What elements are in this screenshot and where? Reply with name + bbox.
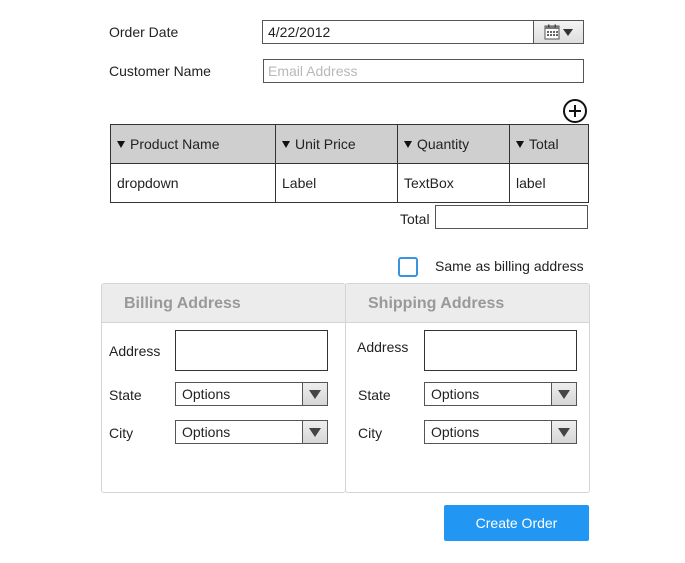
chevron-down-icon [309, 389, 321, 399]
sort-arrow-icon [282, 140, 290, 148]
dropdown-arrow-button[interactable] [302, 421, 327, 443]
billing-city-label: City [109, 425, 134, 441]
table-header-row: Product Name Unit Price Quantity Total [110, 124, 589, 164]
order-items-table: Product Name Unit Price Quantity Total d… [110, 124, 589, 203]
column-header-label: Unit Price [295, 136, 356, 152]
column-header-total[interactable]: Total [509, 124, 589, 164]
chevron-down-icon [558, 389, 570, 399]
shipping-city-value: Options [431, 424, 480, 440]
column-header-label: Total [529, 136, 559, 152]
total-label: Total [400, 211, 430, 227]
customer-email-input[interactable] [263, 59, 584, 83]
billing-panel-title: Billing Address [102, 284, 345, 323]
order-date-picker[interactable]: 4/22/2012 [262, 20, 584, 44]
unit-price-cell: Label [275, 163, 398, 203]
create-order-button[interactable]: Create Order [444, 505, 589, 541]
sort-arrow-icon [404, 140, 412, 148]
billing-address-panel: Billing Address Address State Options Ci… [101, 283, 346, 493]
column-header-label: Quantity [417, 136, 470, 152]
billing-address-label: Address [109, 343, 161, 359]
calendar-dropdown-button[interactable] [533, 21, 583, 43]
billing-city-value: Options [182, 424, 231, 440]
column-header-product-name[interactable]: Product Name [110, 124, 276, 164]
shipping-state-label: State [358, 387, 391, 403]
sort-arrow-icon [516, 140, 524, 148]
shipping-state-value: Options [431, 386, 480, 402]
billing-city-select[interactable]: Options [175, 420, 328, 444]
billing-state-label: State [109, 387, 142, 403]
column-header-label: Product Name [130, 136, 220, 152]
order-date-value[interactable]: 4/22/2012 [263, 24, 533, 40]
sort-arrow-icon [117, 140, 125, 148]
shipping-address-label: Address [357, 339, 409, 355]
dropdown-arrow-button[interactable] [302, 383, 327, 405]
shipping-address-textarea[interactable] [424, 330, 577, 371]
calendar-icon [544, 24, 560, 40]
same-as-billing-checkbox[interactable] [398, 257, 418, 277]
chevron-down-icon [309, 427, 321, 437]
same-as-billing-label[interactable]: Same as billing address [435, 258, 584, 274]
table-row: dropdown Label TextBox label [110, 163, 589, 203]
product-dropdown-cell[interactable]: dropdown [110, 163, 276, 203]
quantity-textbox-cell[interactable]: TextBox [397, 163, 510, 203]
column-header-quantity[interactable]: Quantity [397, 124, 510, 164]
billing-address-textarea[interactable] [175, 330, 328, 371]
shipping-state-select[interactable]: Options [424, 382, 577, 406]
column-header-unit-price[interactable]: Unit Price [275, 124, 398, 164]
line-total-cell: label [509, 163, 589, 203]
billing-state-select[interactable]: Options [175, 382, 328, 406]
customer-name-label: Customer Name [109, 63, 211, 79]
shipping-panel-title: Shipping Address [346, 284, 589, 323]
dropdown-arrow-button[interactable] [551, 421, 576, 443]
order-date-label: Order Date [109, 24, 179, 40]
total-field [435, 205, 588, 229]
dropdown-arrow-button[interactable] [551, 383, 576, 405]
chevron-down-icon [563, 28, 573, 36]
shipping-city-select[interactable]: Options [424, 420, 577, 444]
shipping-address-panel: Shipping Address Address State Options C… [345, 283, 590, 493]
billing-state-value: Options [182, 386, 231, 402]
add-row-button[interactable] [563, 99, 587, 123]
shipping-city-label: City [358, 425, 383, 441]
chevron-down-icon [558, 427, 570, 437]
